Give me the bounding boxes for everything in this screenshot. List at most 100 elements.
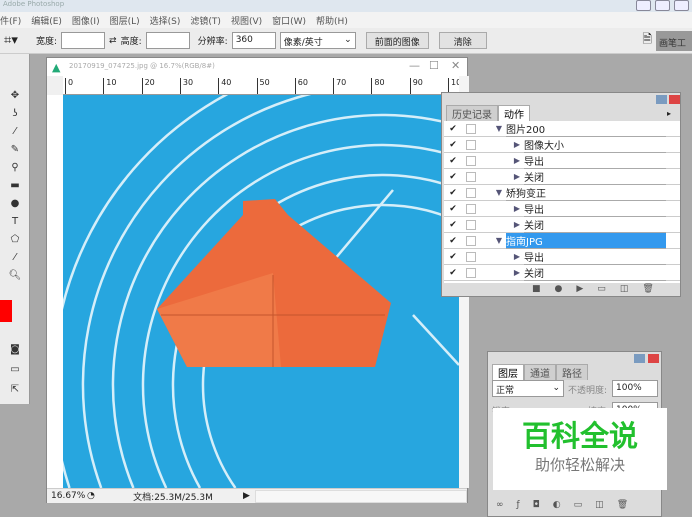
blend-mode-select[interactable]: 正常 ⌄ bbox=[492, 380, 564, 397]
dialog-toggle[interactable] bbox=[466, 139, 476, 150]
new-action-icon[interactable]: ◫ bbox=[620, 284, 629, 294]
jump-to-icon[interactable]: ⇱ bbox=[8, 384, 22, 396]
menu-file[interactable]: 件(F) bbox=[0, 14, 21, 27]
dialog-toggle[interactable] bbox=[466, 171, 476, 182]
check-icon[interactable]: ✔ bbox=[444, 124, 462, 134]
dialog-toggle[interactable] bbox=[466, 235, 476, 246]
front-image-button[interactable]: 前面的图像 bbox=[365, 32, 429, 49]
doc-close-button[interactable]: ✕ bbox=[451, 59, 460, 72]
new-layer-icon[interactable]: ◫ bbox=[595, 500, 604, 510]
check-icon[interactable]: ✔ bbox=[444, 236, 462, 246]
menu-filter[interactable]: 滤镜(T) bbox=[190, 14, 221, 27]
adjustment-layer-icon[interactable]: ◐ bbox=[553, 500, 561, 510]
swap-icon[interactable]: ⇄ bbox=[109, 36, 117, 46]
dialog-toggle[interactable] bbox=[466, 123, 476, 134]
check-icon[interactable]: ✔ bbox=[444, 204, 462, 214]
tab-layers[interactable]: 图层 bbox=[492, 364, 524, 380]
check-icon[interactable]: ✔ bbox=[444, 268, 462, 278]
menu-view[interactable]: 视图(V) bbox=[231, 14, 262, 27]
minimize-button[interactable] bbox=[636, 0, 651, 11]
expand-right-icon[interactable]: ▶ bbox=[480, 268, 524, 277]
action-row[interactable]: ✔ ▶ 导出 bbox=[444, 249, 680, 265]
layers-collapse-button[interactable] bbox=[634, 354, 645, 363]
check-icon[interactable]: ✔ bbox=[444, 140, 462, 150]
menu-help[interactable]: 帮助(H) bbox=[316, 14, 348, 27]
panel-close-button[interactable] bbox=[669, 95, 680, 104]
unit-select[interactable]: 像素/英寸 ⌄ bbox=[279, 32, 356, 49]
new-set-icon[interactable]: ▭ bbox=[597, 284, 606, 294]
menu-window[interactable]: 窗口(W) bbox=[272, 14, 306, 27]
link-layers-icon[interactable]: ∞ bbox=[496, 500, 504, 510]
tab-history[interactable]: 历史记录 bbox=[446, 105, 498, 121]
doc-maximize-button[interactable]: ☐ bbox=[429, 59, 439, 72]
height-input[interactable] bbox=[145, 32, 190, 49]
expand-right-icon[interactable]: ▶ bbox=[480, 220, 524, 229]
stamp-tool-icon[interactable]: ⚲ bbox=[8, 162, 22, 174]
stop-icon[interactable]: ■ bbox=[532, 284, 541, 294]
workspace-button[interactable]: 画笔工 bbox=[656, 30, 692, 51]
action-row[interactable]: ✔ ▶ 关闭 bbox=[444, 265, 680, 281]
width-input[interactable] bbox=[61, 32, 106, 49]
zoom-tool-icon[interactable]: 🔍︎ bbox=[8, 270, 22, 282]
action-row[interactable]: ✔ ▶ 导出 bbox=[444, 201, 680, 217]
layer-style-icon[interactable]: ƒ bbox=[517, 500, 520, 510]
action-row[interactable]: ✔ ▼ 指南JPG bbox=[444, 232, 680, 249]
tab-channels[interactable]: 通道 bbox=[524, 364, 556, 380]
action-row[interactable]: ✔ ▶ 关闭 bbox=[444, 217, 680, 233]
zoom-level[interactable]: 16.67% bbox=[47, 491, 87, 501]
action-row[interactable]: ✔ ▼ 图片200 bbox=[444, 121, 680, 137]
horizontal-scrollbar[interactable] bbox=[255, 489, 467, 503]
shape-tool-icon[interactable]: ⬠ bbox=[8, 234, 22, 246]
lasso-tool-icon[interactable]: ʖ bbox=[8, 108, 22, 120]
expand-right-icon[interactable]: ▶ bbox=[480, 156, 524, 165]
play-icon[interactable]: ▶ bbox=[576, 284, 583, 294]
doc-minimize-button[interactable]: — bbox=[409, 59, 420, 72]
action-row[interactable]: ✔ ▶ 关闭 bbox=[444, 169, 680, 185]
crop-tool-icon[interactable]: ⌗▾ bbox=[4, 33, 32, 48]
expand-down-icon[interactable]: ▼ bbox=[480, 236, 506, 245]
resolution-input[interactable]: 360 bbox=[231, 32, 276, 49]
record-icon[interactable]: ● bbox=[555, 284, 563, 294]
dialog-toggle[interactable] bbox=[466, 267, 476, 278]
quick-mask-icon[interactable]: ◙ bbox=[8, 344, 22, 356]
clear-button[interactable]: 清除 bbox=[438, 32, 487, 49]
status-preview-icon[interactable]: ◔ bbox=[87, 491, 103, 501]
check-icon[interactable]: ✔ bbox=[444, 172, 462, 182]
panel-collapse-button[interactable] bbox=[656, 95, 667, 104]
dialog-toggle[interactable] bbox=[466, 155, 476, 166]
layer-mask-icon[interactable]: ◘ bbox=[533, 500, 540, 510]
check-icon[interactable]: ✔ bbox=[444, 156, 462, 166]
menu-select[interactable]: 选择(S) bbox=[150, 14, 181, 27]
foreground-color-swatch[interactable] bbox=[0, 300, 12, 322]
image-canvas[interactable] bbox=[63, 95, 459, 488]
expand-down-icon[interactable]: ▼ bbox=[480, 124, 506, 133]
tab-actions[interactable]: 动作 bbox=[498, 105, 530, 121]
screen-mode-icon[interactable]: ▭ bbox=[8, 364, 22, 376]
palette-icon[interactable]: 🗎 bbox=[642, 30, 652, 51]
action-row[interactable]: ✔ ▶ 导出 bbox=[444, 153, 680, 169]
expand-right-icon[interactable]: ▶ bbox=[480, 172, 524, 181]
brush-tool-icon[interactable]: ✎ bbox=[8, 144, 22, 156]
dialog-toggle[interactable] bbox=[466, 251, 476, 262]
status-menu-arrow-icon[interactable]: ▶ bbox=[243, 491, 255, 501]
action-row[interactable]: ✔ ▼ 矫狗变正 bbox=[444, 185, 680, 201]
menu-edit[interactable]: 编辑(E) bbox=[31, 14, 62, 27]
menu-image[interactable]: 图像(I) bbox=[72, 14, 100, 27]
dialog-toggle[interactable] bbox=[466, 219, 476, 230]
expand-right-icon[interactable]: ▶ bbox=[480, 140, 524, 149]
dialog-toggle[interactable] bbox=[466, 187, 476, 198]
action-row[interactable]: ✔ ▶ 图像大小 bbox=[444, 137, 680, 153]
dialog-toggle[interactable] bbox=[466, 203, 476, 214]
trash-icon[interactable]: 🗑︎ bbox=[642, 284, 653, 294]
magic-wand-icon[interactable]: ⁄ bbox=[8, 126, 22, 138]
type-tool-icon[interactable]: T bbox=[8, 216, 22, 228]
check-icon[interactable]: ✔ bbox=[444, 220, 462, 230]
menu-layer[interactable]: 图层(L) bbox=[110, 14, 140, 27]
check-icon[interactable]: ✔ bbox=[444, 188, 462, 198]
panel-menu-icon[interactable]: ▸ bbox=[667, 109, 671, 118]
move-tool-icon[interactable]: ✥ bbox=[8, 90, 22, 102]
dodge-tool-icon[interactable]: ● bbox=[8, 198, 22, 210]
expand-down-icon[interactable]: ▼ bbox=[480, 188, 506, 197]
expand-right-icon[interactable]: ▶ bbox=[480, 204, 524, 213]
expand-right-icon[interactable]: ▶ bbox=[480, 252, 524, 261]
